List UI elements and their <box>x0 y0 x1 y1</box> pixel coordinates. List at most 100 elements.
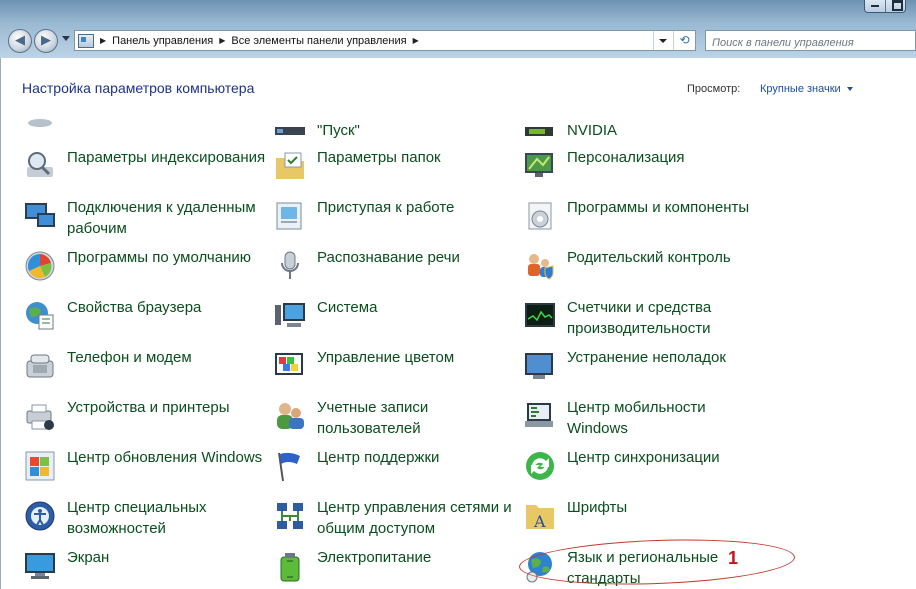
indexing-icon <box>27 152 53 177</box>
power-options-icon <box>280 553 300 582</box>
item-label: Свойства браузера <box>67 299 202 316</box>
control-panel-item[interactable]: Программы по умолчанию <box>23 245 263 289</box>
performance-icon <box>525 303 555 327</box>
control-panel-item[interactable]: Параметры папок <box>273 145 513 189</box>
item-label: Электропитание <box>317 549 432 566</box>
mobility-center-icon <box>525 403 553 427</box>
network-center-icon <box>277 503 303 529</box>
item-label: Телефон и модем <box>67 349 192 366</box>
control-panel-item[interactable]: Свойства браузера <box>23 295 263 339</box>
action-center-flag-icon <box>278 452 300 482</box>
view-mode-dropdown[interactable]: Крупные значки <box>760 83 853 95</box>
item-label: NVIDIA <box>567 122 618 139</box>
control-panel-item[interactable]: A Шрифты <box>523 495 763 539</box>
item-label: Программы по умолчанию <box>67 249 251 266</box>
breadcrumb-all-items[interactable]: Все элементы панели управления <box>231 35 406 47</box>
address-bar[interactable]: ▶ Панель управления ▶ Все элементы панел… <box>74 30 696 51</box>
system-icon <box>275 303 305 327</box>
item-label: "Пуск" <box>317 122 360 139</box>
user-accounts-icon <box>277 403 304 429</box>
control-panel-item[interactable]: Центр управления сетями и общим доступом <box>273 495 513 539</box>
minimize-button[interactable] <box>865 0 885 12</box>
item-label: Управление цветом <box>317 349 455 366</box>
control-panel-item[interactable]: Центр поддержки <box>273 445 513 489</box>
page-title: Настройка параметров компьютера <box>22 80 255 96</box>
control-panel-item[interactable]: Устранение неполадок <box>523 345 763 389</box>
back-arrow-icon: ◀ <box>15 33 25 48</box>
forward-arrow-icon: ▶ <box>41 33 51 48</box>
item-label: Счетчики и средства производительности <box>567 299 712 337</box>
programs-features-icon <box>528 202 552 230</box>
control-panel-item[interactable]: Счетчики и средства производительности <box>523 295 763 339</box>
back-button[interactable]: ◀ <box>8 29 32 53</box>
refresh-button[interactable]: ⟲ <box>673 31 695 50</box>
window-titlebar: ◀ ▶ ▶ Панель управления ▶ Все элементы п… <box>0 0 916 58</box>
item-label: Параметры папок <box>317 149 441 166</box>
internet-options-icon <box>26 302 54 330</box>
item-label: Родительский контроль <box>567 249 731 266</box>
control-panel-icon <box>78 33 94 48</box>
color-management-icon <box>275 353 303 375</box>
svg-text:A: A <box>533 512 546 531</box>
personalization-icon <box>525 153 553 177</box>
getting-started-icon <box>276 202 302 230</box>
item-label: Система <box>317 299 378 316</box>
remote-desktop-icon <box>25 203 55 227</box>
control-panel-item[interactable]: Центр обновления Windows <box>23 445 263 489</box>
item-label: Центр поддержки <box>317 449 440 466</box>
chevron-right-icon[interactable]: ▶ <box>219 36 225 45</box>
fonts-icon: A <box>526 505 554 531</box>
item-label: Распознавание речи <box>317 249 460 266</box>
control-panel-item[interactable]: Приступая к работе <box>273 195 513 239</box>
item-label: Приступая к работе <box>317 199 455 216</box>
control-panel-item[interactable]: Программы и компоненты <box>523 195 763 239</box>
item-label: Центр синхронизации <box>567 449 720 466</box>
control-panel-item[interactable]: Учетные записи пользователей <box>273 395 513 439</box>
control-panel-item[interactable]: Язык и региональные стандарты <box>523 545 763 589</box>
control-panel-item[interactable]: Управление цветом <box>273 345 513 389</box>
control-panel-item[interactable]: Телефон и модем <box>23 345 263 389</box>
maximize-button[interactable] <box>885 0 905 12</box>
control-panel-item[interactable]: Экран <box>23 545 263 589</box>
item-label: Центр специальных возможностей <box>67 499 207 537</box>
forward-button[interactable]: ▶ <box>34 29 58 53</box>
control-panel-item[interactable]: Центр синхронизации <box>523 445 763 489</box>
window-controls <box>864 0 906 13</box>
control-panel-item[interactable]: Электропитание <box>273 545 513 589</box>
default-programs-icon <box>25 251 55 281</box>
phone-modem-icon <box>26 354 54 378</box>
control-panel-item[interactable]: Система <box>273 295 513 339</box>
parental-control-icon <box>528 254 554 280</box>
control-panel-item[interactable]: Родительский контроль <box>523 245 763 289</box>
item-label: Экран <box>67 549 110 566</box>
item-label: Центр управления сетями и общим доступом <box>317 499 512 537</box>
devices-printers-icon <box>26 404 54 430</box>
chevron-right-icon[interactable]: ▶ <box>413 36 419 45</box>
control-panel-item[interactable]: Устройства и принтеры <box>23 395 263 439</box>
view-label: Просмотр: <box>687 83 741 95</box>
recent-pages-dropdown[interactable] <box>62 36 70 41</box>
breadcrumb-control-panel[interactable]: Панель управления <box>112 35 213 47</box>
control-panel-item[interactable]: Центр специальных возможностей <box>23 495 263 539</box>
search-box[interactable] <box>705 30 916 53</box>
control-panel-content: Настройка параметров компьютера Просмотр… <box>0 58 916 589</box>
control-panel-item[interactable]: Подключения к удаленным рабочим <box>23 195 263 239</box>
item-label: Подключения к удаленным рабочим <box>67 199 256 237</box>
item-label: Параметры индексирования <box>67 149 266 166</box>
search-input[interactable] <box>706 33 896 53</box>
control-panel-item[interactable]: Распознавание речи <box>273 245 513 289</box>
control-panel-item[interactable]: Параметры индексирования <box>23 145 265 189</box>
item-label: Учетные записи пользователей <box>317 399 429 437</box>
item-label: Шрифты <box>567 499 628 516</box>
item-label: Центр обновления Windows <box>67 449 263 466</box>
item-label: Программы и компоненты <box>567 199 750 216</box>
item-label: Устройства и принтеры <box>67 399 230 416</box>
display-icon <box>25 553 55 579</box>
folder-options-icon <box>276 152 304 179</box>
control-panel-item[interactable]: Центр мобильности Windows <box>523 395 763 439</box>
chevron-right-icon[interactable]: ▶ <box>100 36 106 45</box>
ease-of-access-icon <box>25 501 55 531</box>
address-dropdown-button[interactable] <box>653 31 671 50</box>
microphone-icon <box>281 251 299 279</box>
control-panel-item[interactable]: Персонализация <box>523 145 763 189</box>
